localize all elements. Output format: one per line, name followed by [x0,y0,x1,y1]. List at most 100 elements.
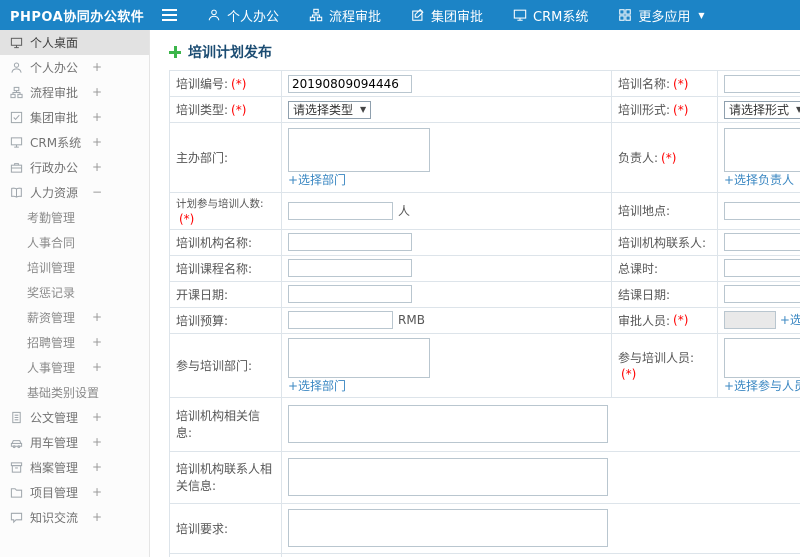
org-info-textarea[interactable] [288,405,608,443]
org-contact-input[interactable] [724,233,800,251]
book-icon [11,187,22,198]
leader-textarea[interactable] [724,128,800,172]
training-type-select[interactable]: 请选择类型 ▼ [288,100,372,119]
training-number-input[interactable] [288,74,412,93]
sidebar-subitem-personnel-contract[interactable]: 人事合同 [0,230,149,255]
select-join-people-link[interactable]: +选择参与人员 [724,379,800,393]
sidebar-subitem-rewards[interactable]: 奖惩记录 [0,280,149,305]
course-name-label: 培训课程名称: [176,261,253,276]
app-brand: PHPOA协同办公软件 [10,9,145,25]
required-marker: (*) [231,102,247,117]
topbar: PHPOA协同办公软件 个人办公 流程审批 集团审批 CRM系统 更多应用 ▼ [0,0,800,30]
nav-group-approval[interactable]: 集团审批 [396,0,498,30]
training-mode-label: 培训形式: [618,103,671,117]
document-icon [12,411,21,424]
location-input[interactable] [724,201,800,220]
sidebar-subitem-personnel[interactable]: 人事管理 + [0,355,149,380]
page-title: 培训计划发布 [169,42,800,62]
org-name-input[interactable] [288,233,412,251]
caret-down-icon: ▼ [360,105,367,114]
nav-personal-office[interactable]: 个人办公 [192,0,294,30]
sidebar-subitem-training-management[interactable]: 培训管理 [0,255,149,280]
join-dept-label: 参与培训部门: [176,358,253,373]
sidebar-item-desktop[interactable]: 个人桌面 [0,30,149,55]
nav-more-apps[interactable]: 更多应用 ▼ [603,0,719,30]
sidebar-subitem-attendance[interactable]: 考勤管理 [0,205,149,230]
sidebar-item-documents[interactable]: 公文管理 + [0,405,149,430]
main-content: 培训计划发布 培训编号:(*) 培训名称:(*) 培训类型:(*) 请选择类型▼… [151,30,800,557]
training-number-label: 培训编号: [176,77,229,91]
menu-toggle-button[interactable] [156,0,182,30]
planned-count-input[interactable] [288,202,393,220]
apps-grid-icon [619,9,632,21]
training-name-label: 培训名称: [618,77,671,91]
budget-label: 培训预算: [176,313,229,328]
sidebar-subitem-recruitment[interactable]: 招聘管理 + [0,330,149,355]
required-marker: (*) [673,102,689,117]
training-plan-form: 培训编号:(*) 培训名称:(*) 培训类型:(*) 请选择类型▼ 培训形式:(… [169,70,800,557]
approve-check-icon [10,111,23,124]
monitor-icon [10,137,23,148]
required-marker: (*) [179,211,195,226]
org-info-label: 培训机构相关信息: [176,409,261,440]
approver-label: 审批人员: [618,313,671,328]
end-date-input[interactable] [724,285,800,303]
chat-icon [10,512,23,524]
budget-input[interactable] [288,311,393,329]
caret-down-icon: ▼ [698,10,705,20]
join-people-textarea[interactable] [724,337,800,378]
add-icon [169,46,181,58]
archive-icon [10,462,23,473]
org-name-label: 培训机构名称: [176,235,253,250]
course-name-input[interactable] [288,259,412,277]
sidebar-item-knowledge[interactable]: 知识交流 + [0,505,149,530]
select-join-dept-link[interactable]: +选择部门 [288,379,346,393]
requirements-label: 培训要求: [176,521,229,536]
sidebar-item-crm[interactable]: CRM系统 + [0,130,149,155]
flow-icon [10,86,23,99]
select-leader-link[interactable]: +选择负责人 [724,173,794,187]
sidebar-subitem-basic-category[interactable]: 基础类别设置 [0,380,149,405]
total-hours-input[interactable] [724,259,800,277]
training-form-table: 培训编号:(*) 培训名称:(*) 培训类型:(*) 请选择类型▼ 培训形式:(… [169,70,800,557]
training-type-label: 培训类型: [176,103,229,117]
required-marker: (*) [231,76,247,91]
host-dept-label: 主办部门: [176,151,229,165]
approver-input[interactable] [724,311,776,330]
leader-label: 负责人: [618,151,659,165]
desktop-icon [10,37,23,49]
sidebar-item-vehicle[interactable]: 用车管理 + [0,430,149,455]
requirements-textarea[interactable] [288,509,608,547]
sidebar-item-group-approval[interactable]: 集团审批 + [0,105,149,130]
location-label: 培训地点: [618,204,671,219]
topbar-nav: 个人办公 流程审批 集团审批 CRM系统 更多应用 ▼ [192,0,720,30]
folder-icon [10,488,23,498]
sidebar: 个人桌面 个人办公 + 流程审批 + 集团审批 + CRM系统 + 行政办公 +… [0,30,150,557]
training-mode-select[interactable]: 请选择形式▼ [724,100,800,119]
edit-icon [412,8,424,21]
nav-crm-system[interactable]: CRM系统 [498,0,603,30]
required-marker: (*) [673,76,689,91]
sidebar-item-workflow-approval[interactable]: 流程审批 + [0,80,149,105]
training-name-input[interactable] [724,74,800,93]
join-dept-textarea[interactable] [288,337,430,378]
user-icon [208,9,220,21]
sidebar-subitem-salary[interactable]: 薪资管理 + [0,305,149,330]
total-hours-label: 总课时: [618,261,659,276]
sidebar-item-admin-office[interactable]: 行政办公 + [0,155,149,180]
sidebar-item-archives[interactable]: 档案管理 + [0,455,149,480]
start-date-input[interactable] [288,285,412,303]
sidebar-item-personal-office[interactable]: 个人办公 + [0,55,149,80]
select-dept-link[interactable]: +选择部门 [288,173,346,187]
select-approver-link[interactable]: +选择审批人员 [780,313,800,327]
org-contact-info-textarea[interactable] [288,458,608,496]
nav-workflow-approval[interactable]: 流程审批 [294,0,396,30]
count-unit-suffix: 人 [398,203,411,218]
host-dept-textarea[interactable] [288,128,430,172]
sidebar-item-projects[interactable]: 项目管理 + [0,480,149,505]
sidebar-item-hr[interactable]: 人力资源 − [0,180,149,205]
user-icon [11,62,22,73]
caret-down-icon: ▼ [796,105,800,114]
end-date-label: 结课日期: [618,287,671,302]
briefcase-icon [10,163,23,173]
